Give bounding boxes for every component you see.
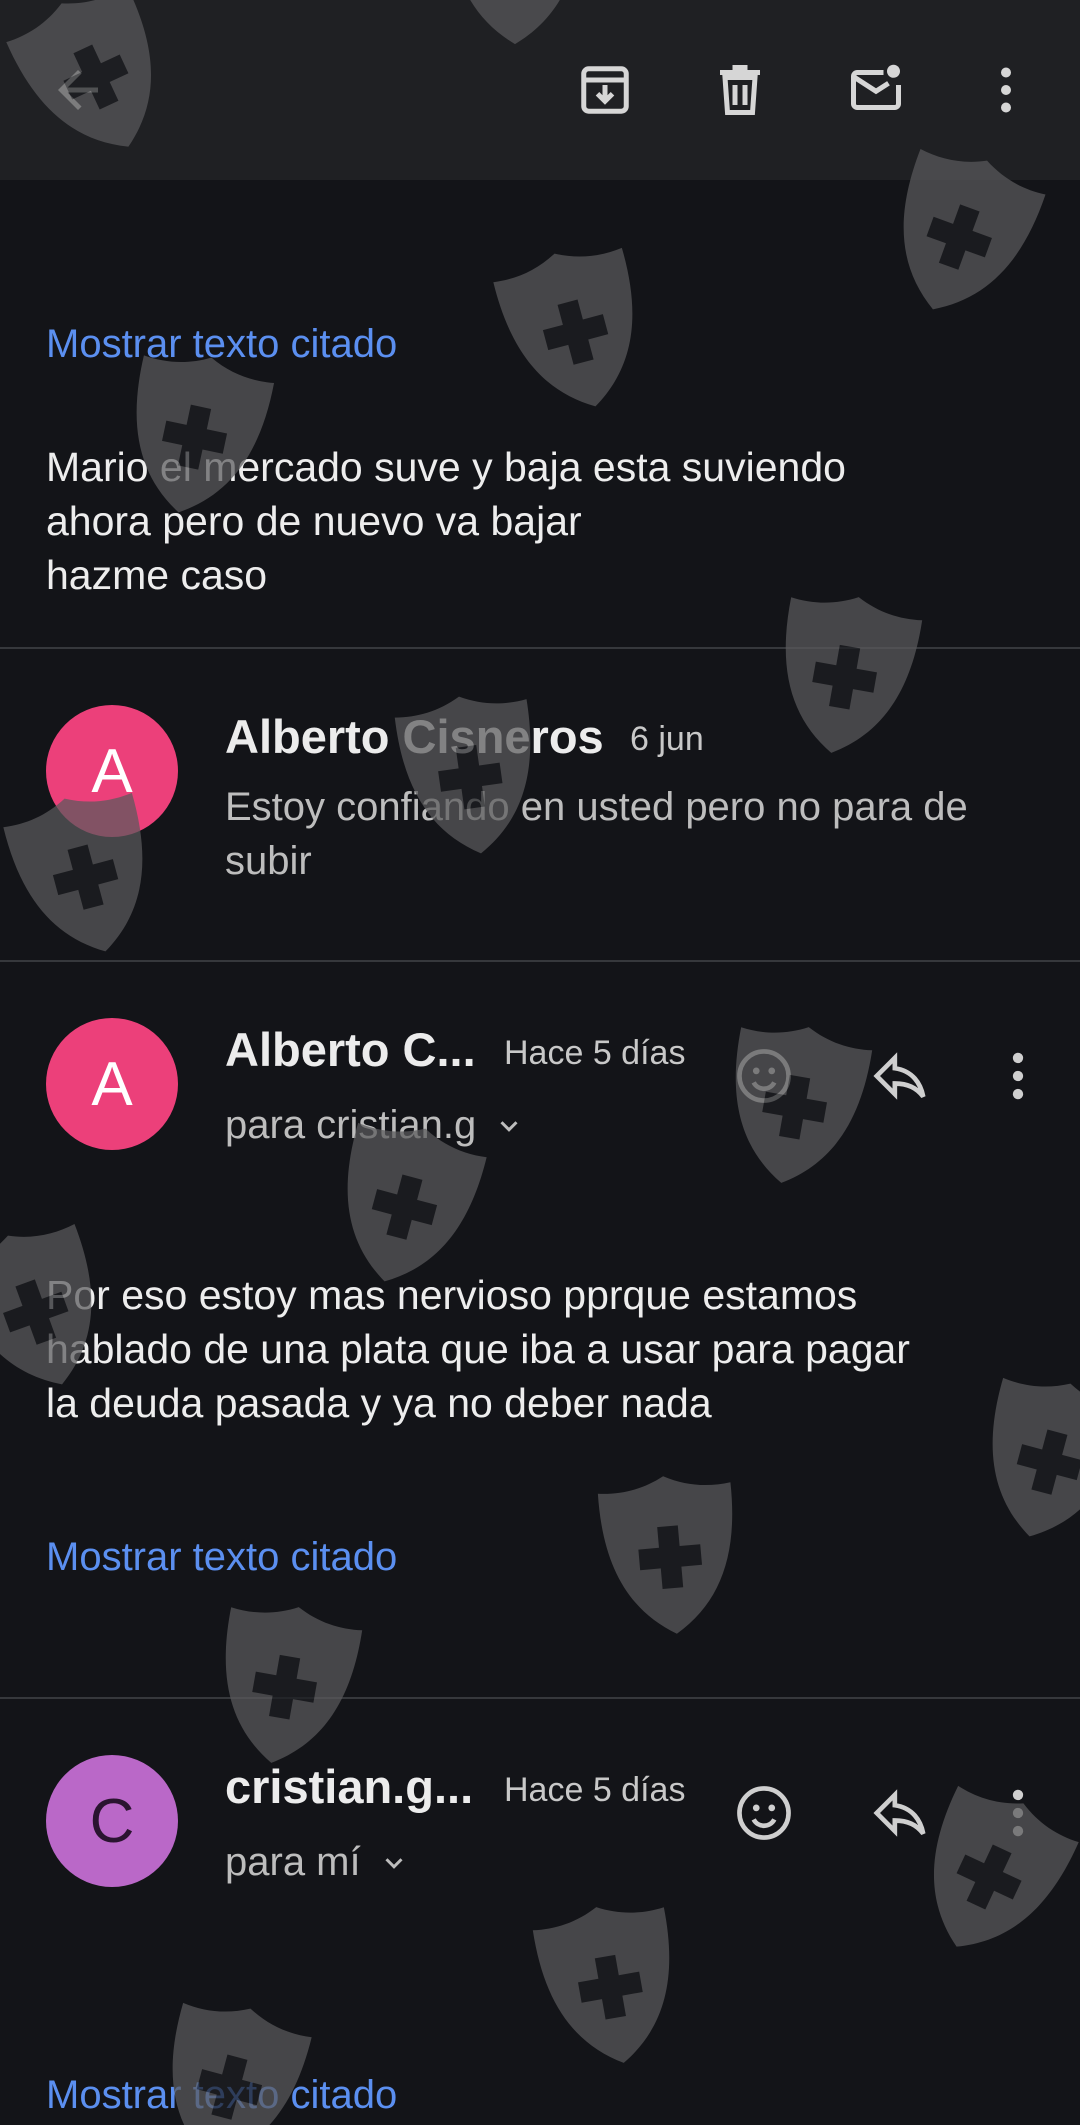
divider [0,647,1080,649]
recipient-details-toggle[interactable]: para cristian.g [225,1103,524,1148]
message-date: 6 jun [630,720,704,758]
watermark-shield-icon [493,247,633,407]
add-reaction-button[interactable] [724,1036,804,1116]
chevron-down-icon [385,1857,403,1869]
show-quoted-text-link[interactable]: Mostrar texto citado [46,322,397,367]
show-quoted-text-link[interactable]: Mostrar texto citado [46,1535,397,1580]
watermark-shield-icon [597,1476,733,1634]
watermark-shield-icon [785,597,923,753]
back-icon [58,70,98,110]
recipient-details-toggle[interactable]: para mí [225,1840,409,1885]
mark-unread-icon [851,64,901,110]
reply-icon [873,1052,926,1100]
archive-icon [581,66,629,114]
avatar: A [46,1018,178,1150]
delete-button[interactable] [700,50,780,130]
watermark-shield-icon [532,1907,670,2063]
reply-icon [873,1789,926,1837]
back-button[interactable] [38,50,118,130]
email-thread-screen: Mostrar texto citado Mario el mercado su… [0,0,1080,2125]
message-date: Hace 5 días [504,1034,686,1072]
emoji-icon [737,1786,791,1840]
sender-name: cristian.g... [225,1760,474,1813]
delete-icon [720,65,760,115]
reply-button[interactable] [860,1036,940,1116]
sender-name: Alberto Cisneros [225,710,604,763]
message-body: Por eso estoy mas nervioso pprque estamo… [46,1272,910,1426]
watermark-shield-icon [225,1607,363,1763]
show-quoted-text-link[interactable]: Mostrar texto citado [46,2073,397,2118]
more-options-button[interactable] [966,50,1046,130]
archive-button[interactable] [565,50,645,130]
avatar: C [46,1755,178,1887]
sender-name: Alberto C... [225,1023,476,1076]
divider [0,1697,1080,1699]
message-more-button[interactable] [978,1773,1058,1853]
message-more-button[interactable] [978,1036,1058,1116]
more-vert-icon [1012,1789,1024,1837]
message-body: Mario el mercado suve y baja esta suvien… [46,444,846,598]
top-app-bar [0,0,1080,180]
add-reaction-button[interactable] [724,1773,804,1853]
chevron-down-icon [500,1120,518,1132]
more-vert-icon [1001,67,1011,113]
reply-button[interactable] [860,1773,940,1853]
recipient-label: para mí [225,1840,361,1884]
mark-unread-button[interactable] [836,50,916,130]
recipient-label: para cristian.g [225,1103,477,1147]
more-vert-icon [1012,1052,1024,1100]
divider [0,960,1080,962]
emoji-icon [737,1049,791,1103]
message-date: Hace 5 días [504,1771,686,1809]
avatar: A [46,705,178,837]
message-snippet: Estoy confiando en usted pero no para de… [225,785,968,883]
